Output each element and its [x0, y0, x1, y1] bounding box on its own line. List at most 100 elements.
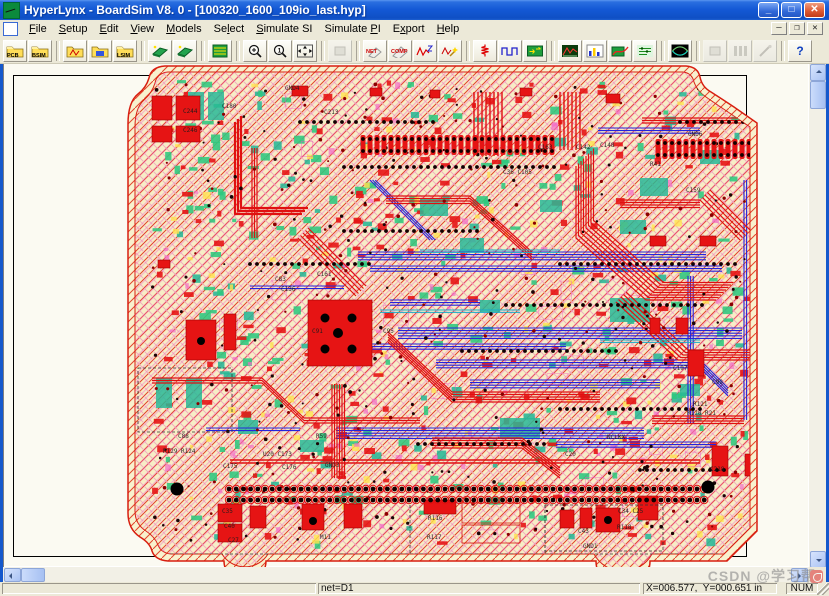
menu-export[interactable]: Export: [387, 22, 431, 36]
pcb-view[interactable]: GND4 C180 C213 C244 C246 GND6 C159 R41 C148 C163 C…: [3, 63, 809, 567]
resize-grip[interactable]: [817, 583, 829, 595]
component[interactable]: [249, 505, 267, 529]
mounting-hole: [347, 344, 357, 354]
tool-disabled-wand-button[interactable]: [753, 39, 777, 62]
component[interactable]: [151, 125, 173, 143]
component[interactable]: [649, 235, 667, 247]
help-button[interactable]: ?: [788, 39, 812, 62]
mdi-minimize-button[interactable]: —: [771, 22, 787, 35]
document-icon[interactable]: [3, 22, 18, 36]
svg-text:R120 R21: R120 R21: [687, 410, 716, 417]
mdi-close-button[interactable]: ✕: [807, 22, 823, 35]
assign-models-button[interactable]: [413, 39, 437, 62]
close-button[interactable]: ✕: [804, 2, 825, 18]
horizontal-scrollbar[interactable]: [3, 567, 809, 582]
component[interactable]: [579, 507, 593, 529]
menu-select[interactable]: Select: [208, 22, 251, 36]
component[interactable]: [519, 87, 533, 97]
terminator-wizard-button[interactable]: [473, 39, 497, 62]
schematic-viewer-button[interactable]: [633, 39, 657, 62]
zoom-in-button[interactable]: [243, 39, 267, 62]
scroll-down-button[interactable]: [810, 551, 826, 568]
eye-diagram-button[interactable]: [668, 39, 692, 62]
scroll-left-button[interactable]: [4, 568, 21, 582]
svg-text:GND4: GND4: [285, 85, 300, 92]
svg-text:R116: R116: [428, 515, 443, 522]
open-waveform-button[interactable]: [63, 39, 87, 62]
horizontal-scroll-thumb[interactable]: [21, 568, 45, 582]
zoom-fit-button[interactable]: [293, 39, 317, 62]
menu-simulate-pi[interactable]: Simulate PI: [318, 22, 386, 36]
open-lsim-session-button[interactable]: LSIM: [113, 39, 137, 62]
menu-edit[interactable]: Edit: [94, 22, 125, 36]
component[interactable]: [429, 89, 441, 99]
toolbar-separator: [466, 40, 470, 61]
component[interactable]: [151, 95, 173, 121]
highlight-net-button[interactable]: NET: [363, 39, 387, 62]
component[interactable]: [559, 509, 575, 529]
board-analyzer-button[interactable]: [608, 39, 632, 62]
status-net-panel: net=D1: [318, 583, 640, 594]
svg-text:C244: C244: [183, 108, 198, 115]
arrow-right-icon: [798, 573, 801, 579]
svg-text:C91: C91: [312, 328, 323, 335]
oscilloscope-button[interactable]: [498, 39, 522, 62]
highlight-component-button[interactable]: COMP: [388, 39, 412, 62]
svg-text:R118: R118: [617, 524, 632, 531]
svg-text:GND6: GND6: [688, 131, 703, 138]
spectrum-analyzer-button[interactable]: [558, 39, 582, 62]
svg-text:C148: C148: [600, 142, 615, 149]
waveform-wizard-button[interactable]: [438, 39, 462, 62]
mdi-restore-button[interactable]: ❐: [789, 22, 805, 35]
maximize-button[interactable]: □: [781, 2, 802, 18]
component[interactable]: [223, 313, 237, 351]
scroll-up-button[interactable]: [810, 64, 826, 81]
new-board-wizard-button[interactable]: [148, 39, 172, 62]
component[interactable]: [687, 349, 705, 377]
menu-view[interactable]: View: [124, 22, 160, 36]
copper-pad: [640, 178, 668, 196]
zoom-previous-button[interactable]: 1: [268, 39, 292, 62]
svg-text:C136: C136: [281, 286, 296, 293]
menu-setup[interactable]: Setup: [53, 22, 94, 36]
open-bsim-session-button[interactable]: BSIM: [28, 39, 52, 62]
mounting-hole: [701, 480, 715, 494]
vertical-scrollbar[interactable]: [809, 63, 826, 568]
toolbar: PCB BSIM LSIM 1 NET COMP?: [0, 38, 829, 64]
component[interactable]: [675, 317, 689, 335]
edit-board-button[interactable]: [173, 39, 197, 62]
toolbar-button-label: COMP: [391, 48, 408, 55]
open-pcb-file-button[interactable]: PCB: [3, 39, 27, 62]
menu-models[interactable]: Models: [160, 22, 207, 36]
mounting-hole: [333, 328, 343, 338]
component[interactable]: [343, 503, 363, 529]
menu-simulate-si[interactable]: Simulate SI: [250, 22, 318, 36]
vertical-scroll-thumb[interactable]: [810, 81, 826, 109]
open-report-button[interactable]: [88, 39, 112, 62]
component[interactable]: [699, 235, 717, 247]
arrow-up-icon: [816, 70, 822, 73]
toolbar-separator: [551, 40, 555, 61]
toolbar-separator: [321, 40, 325, 61]
component[interactable]: [157, 259, 171, 269]
component[interactable]: [369, 87, 383, 97]
pcb-canvas[interactable]: GND4 C180 C213 C244 C246 GND6 C159 R41 C148 C163 C…: [3, 63, 809, 567]
board-view-disabled-button[interactable]: [328, 39, 352, 62]
svg-text:C20: C20: [565, 451, 576, 458]
stackup-editor-button[interactable]: [208, 39, 232, 62]
tool-disabled-1-button[interactable]: [703, 39, 727, 62]
component[interactable]: [605, 93, 621, 104]
tool-disabled-columns-button[interactable]: [728, 39, 752, 62]
scroll-right-button[interactable]: [791, 568, 808, 582]
status-coordinates-panel: X=006.577, Y=000.651 in: [643, 583, 777, 594]
pcb-content: GND4 C180 C213 C244 C246 GND6 C159 R41 C148 C163 C…: [135, 72, 750, 564]
component[interactable]: [649, 317, 661, 335]
bar-chart-report-button[interactable]: [583, 39, 607, 62]
menu-help[interactable]: Help: [431, 22, 466, 36]
run-simulation-button[interactable]: [523, 39, 547, 62]
svg-text:C246: C246: [183, 127, 198, 134]
svg-text:GND1: GND1: [583, 543, 598, 550]
minimize-button[interactable]: _: [758, 2, 779, 18]
toolbar-button-label: PCB: [7, 52, 19, 59]
menu-file[interactable]: File: [23, 22, 53, 36]
